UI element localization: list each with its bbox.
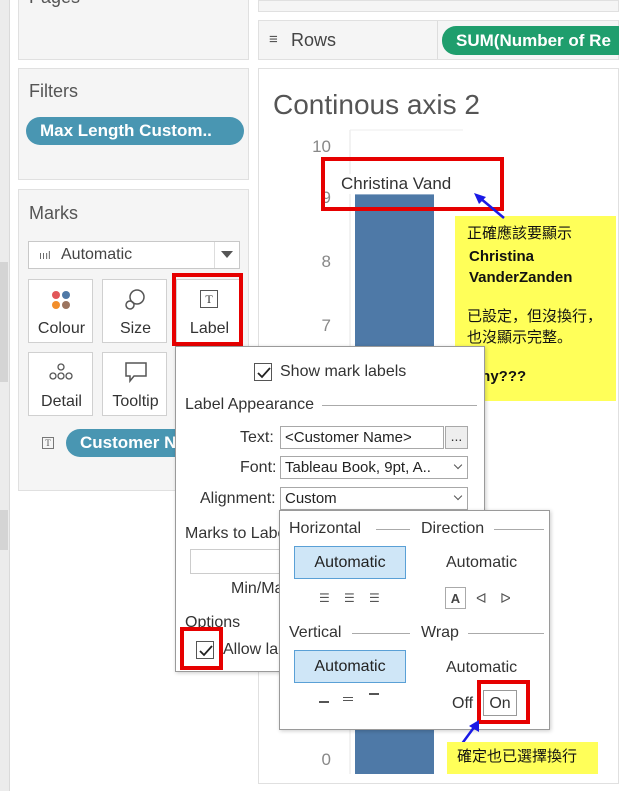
label-field-icon: T xyxy=(42,437,54,449)
vertical-heading: Vertical xyxy=(289,624,342,641)
tooltip-label: Tooltip xyxy=(112,393,159,410)
chevron-down-icon xyxy=(453,491,463,501)
direction-heading: Direction xyxy=(421,520,485,537)
show-mark-labels-text: Show mark labels xyxy=(280,363,407,380)
tooltip-icon xyxy=(125,362,147,383)
font-field-label: Font: xyxy=(240,459,277,476)
vertical-automatic-option[interactable]: Automatic xyxy=(294,650,406,683)
direction-down-icon[interactable]: ᐅ xyxy=(500,590,511,607)
highlight-label-button xyxy=(172,273,243,346)
alignment-value: Custom xyxy=(285,490,337,507)
text-field-label: Text: xyxy=(240,429,274,446)
alignment-field-label: Alignment: xyxy=(200,490,276,507)
font-value: Tableau Book, 9pt, A.. xyxy=(285,459,431,476)
y-tick-label: 10 xyxy=(312,137,331,156)
checkmark-icon xyxy=(257,367,271,379)
align-middle-icon[interactable] xyxy=(343,697,353,701)
y-tick-label: 0 xyxy=(321,750,331,769)
direction-divider xyxy=(494,529,544,530)
note-name-first: Christina xyxy=(469,248,535,265)
mark-type-value: Automatic xyxy=(61,246,133,263)
list-icon: ≡ xyxy=(269,31,278,48)
y-tick-label: 8 xyxy=(321,252,331,271)
gutter-scroll-handle-2[interactable] xyxy=(0,510,8,550)
note-line-expected: 正確應該要顯示 xyxy=(467,225,573,242)
direction-up-icon[interactable]: ᐊ xyxy=(476,590,487,607)
vertical-divider xyxy=(352,633,410,634)
pages-card: Pages xyxy=(18,0,249,60)
size-button[interactable]: Size xyxy=(102,279,167,343)
font-dropdown[interactable]: Tableau Book, 9pt, A.. xyxy=(280,456,468,479)
text-field-input[interactable]: <Customer Name> xyxy=(280,426,444,449)
marks-title: Marks xyxy=(29,203,78,223)
gutter-scroll-handle[interactable] xyxy=(0,262,8,382)
chevron-down-icon xyxy=(221,251,233,258)
detail-label: Detail xyxy=(41,393,82,410)
text-more-button[interactable]: ... xyxy=(445,426,468,449)
size-label: Size xyxy=(119,320,152,337)
filter-pill-max-length[interactable]: Max Length Custom.. xyxy=(26,117,244,145)
wrap-divider xyxy=(468,633,544,634)
detail-button[interactable]: Detail xyxy=(28,352,93,416)
wrap-automatic-option[interactable]: Automatic xyxy=(446,659,517,677)
colour-icon xyxy=(52,291,70,309)
label-appearance-divider xyxy=(322,405,477,406)
wrap-off-option[interactable]: Off xyxy=(452,695,473,713)
align-left-icon[interactable]: ☰ xyxy=(319,591,330,605)
annotation-arrow-1 xyxy=(474,193,505,219)
mark-type-dropdown[interactable]: ıııl Automatic xyxy=(28,241,240,269)
highlight-allow-checkbox xyxy=(180,627,223,670)
rows-divider xyxy=(437,21,438,59)
note-line-set: 已設定，但沒換行， xyxy=(467,308,603,325)
pages-title: Pages xyxy=(29,0,80,8)
minmax-option[interactable]: Min/Ma xyxy=(231,580,283,598)
show-mark-labels-checkbox[interactable] xyxy=(254,363,272,381)
label-appearance-heading: Label Appearance xyxy=(185,396,314,413)
align-bottom-icon[interactable] xyxy=(369,693,379,697)
align-center-icon[interactable]: ☰ xyxy=(344,591,355,605)
annotation-note-wrap: 確定也已選擇換行 xyxy=(447,742,598,774)
chevron-down-icon xyxy=(453,460,463,470)
y-tick-label: 7 xyxy=(321,316,331,335)
alignment-dropdown[interactable]: Custom xyxy=(280,487,468,510)
colour-label: Colour xyxy=(37,320,86,337)
rows-pill-sum[interactable]: SUM(Number of Re xyxy=(442,26,619,55)
tooltip-button[interactable]: Tooltip xyxy=(102,352,167,416)
note-line-incomplete: 也沒顯示完整。 xyxy=(467,329,573,346)
colour-button[interactable]: Colour xyxy=(28,279,93,343)
filters-title: Filters xyxy=(29,81,78,101)
note-name-last: VanderZanden xyxy=(469,269,573,286)
horizontal-divider xyxy=(376,529,410,530)
align-top-icon[interactable] xyxy=(319,697,329,703)
marks-to-label-heading: Marks to Labe xyxy=(185,525,287,542)
rows-label: Rows xyxy=(291,30,337,50)
size-icon xyxy=(125,289,145,310)
horizontal-automatic-option[interactable]: Automatic xyxy=(294,546,406,579)
detail-icon xyxy=(49,363,73,380)
direction-automatic-option[interactable]: Automatic xyxy=(446,554,517,572)
allow-overlap-text: Allow lab xyxy=(223,641,288,658)
dropdown-divider xyxy=(214,242,215,268)
filters-card: Filters Max Length Custom.. xyxy=(18,68,249,180)
horizontal-heading: Horizontal xyxy=(289,520,362,537)
direction-horizontal-icon[interactable]: A xyxy=(445,587,466,609)
align-right-icon[interactable]: ☰ xyxy=(369,591,380,605)
top-shelf-strip xyxy=(258,0,619,12)
rows-shelf: ≡ Rows SUM(Number of Re xyxy=(258,20,619,60)
bar-chart-icon: ıııl xyxy=(39,250,51,262)
left-gutter xyxy=(0,0,10,791)
wrap-heading: Wrap xyxy=(421,624,459,641)
